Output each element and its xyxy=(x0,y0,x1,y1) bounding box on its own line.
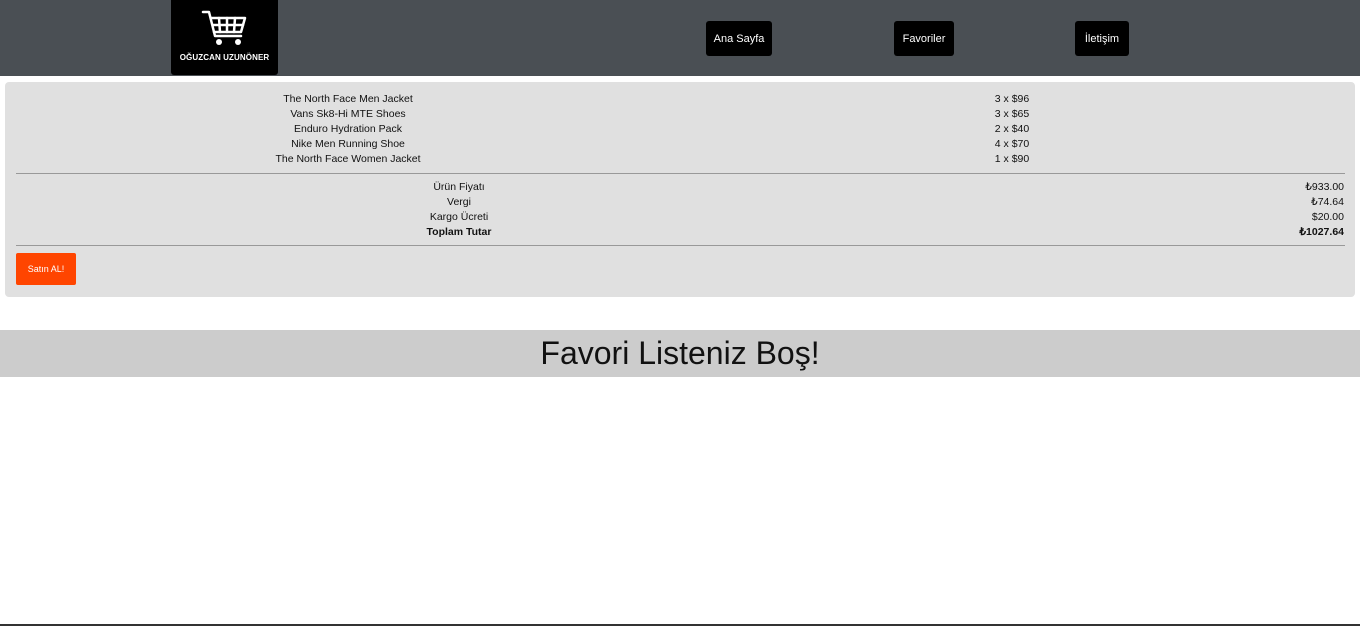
cart-item-quantity: 3 x $96 xyxy=(994,93,1030,105)
cart-item-name: The North Face Women Jacket xyxy=(275,153,421,165)
summary-row-total: Toplam Tutar ₺1027.64 xyxy=(5,226,1355,241)
cart-item-quantity: 2 x $40 xyxy=(994,123,1030,135)
cart-item-name: Nike Men Running Shoe xyxy=(291,138,405,150)
buy-button[interactable]: Satın AL! xyxy=(16,253,76,285)
summary-row-subtotal: Ürün Fiyatı ₺933.00 xyxy=(5,181,1355,196)
cart-item-row: The North Face Men Jacket 3 x $96 xyxy=(5,93,1355,108)
top-header: OĞUZCAN UZUNÖNER Ana Sayfa Favoriler İle… xyxy=(0,0,1360,76)
cart-item-row: Enduro Hydration Pack 2 x $40 xyxy=(5,123,1355,138)
summary-value: $20.00 xyxy=(1311,211,1344,223)
cart-item-row: The North Face Women Jacket 1 x $90 xyxy=(5,153,1355,168)
cart-item-name: The North Face Men Jacket xyxy=(283,93,413,105)
cart-item-name: Vans Sk8-Hi MTE Shoes xyxy=(290,108,406,120)
summary-label: Ürün Fiyatı xyxy=(433,181,485,193)
nav-contact-button[interactable]: İletişim xyxy=(1075,21,1129,56)
summary-label: Kargo Ücreti xyxy=(429,211,489,223)
favorites-empty-banner: Favori Listeniz Boş! xyxy=(0,330,1360,377)
cart-item-quantity: 4 x $70 xyxy=(994,138,1030,150)
cart-item-row: Vans Sk8-Hi MTE Shoes 3 x $65 xyxy=(5,108,1355,123)
summary-row-shipping: Kargo Ücreti $20.00 xyxy=(5,211,1355,226)
brand-logo[interactable]: OĞUZCAN UZUNÖNER xyxy=(171,0,278,75)
divider xyxy=(16,173,1345,174)
summary-row-tax: Vergi ₺74.64 xyxy=(5,196,1355,211)
nav-home-button[interactable]: Ana Sayfa xyxy=(706,21,772,56)
favorites-empty-message: Favori Listeniz Boş! xyxy=(540,335,820,371)
summary-value: ₺933.00 xyxy=(1305,181,1344,193)
cart-item-name: Enduro Hydration Pack xyxy=(294,123,402,135)
cart-panel: The North Face Men Jacket 3 x $96 Vans S… xyxy=(5,82,1355,297)
summary-label: Toplam Tutar xyxy=(426,226,492,238)
cart-item-row: Nike Men Running Shoe 4 x $70 xyxy=(5,138,1355,153)
nav-favorites-button[interactable]: Favoriler xyxy=(894,21,954,56)
summary-value: ₺74.64 xyxy=(1311,196,1344,208)
brand-name: OĞUZCAN UZUNÖNER xyxy=(179,53,270,62)
shopping-cart-icon xyxy=(201,10,246,45)
summary-value: ₺1027.64 xyxy=(1299,226,1344,238)
divider xyxy=(16,245,1345,246)
cart-item-quantity: 3 x $65 xyxy=(994,108,1030,120)
summary-label: Vergi xyxy=(447,196,471,208)
cart-item-quantity: 1 x $90 xyxy=(994,153,1030,165)
